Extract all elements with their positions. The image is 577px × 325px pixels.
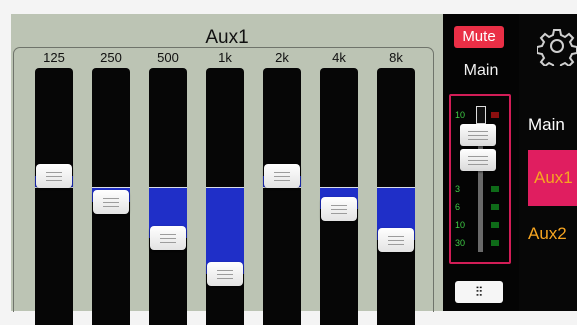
bus-item-aux2[interactable]: Aux2 xyxy=(528,223,577,245)
eq-zero-line xyxy=(92,187,130,188)
eq-band-knob[interactable] xyxy=(207,262,243,286)
sliders-icon[interactable]: ⫶⫶ xyxy=(455,281,503,303)
eq-band-label: 2k xyxy=(275,50,289,65)
fader-knob[interactable] xyxy=(460,149,496,171)
scale-label-10: 10 xyxy=(455,220,466,230)
eq-band-2k[interactable]: 2k xyxy=(263,50,301,325)
eq-band-track[interactable] xyxy=(263,68,301,325)
meter-led xyxy=(491,240,499,246)
eq-band-knob[interactable] xyxy=(264,164,300,188)
main-fader[interactable]: 10 3 6 10 30 xyxy=(449,94,511,264)
scale-label-30: 30 xyxy=(455,238,466,248)
mute-button[interactable]: Mute xyxy=(454,26,504,48)
eq-band-track[interactable] xyxy=(320,68,358,325)
eq-band-500[interactable]: 500 xyxy=(149,50,187,325)
eq-band-track[interactable] xyxy=(35,68,73,325)
meter-led xyxy=(491,186,499,192)
eq-band-125[interactable]: 125 xyxy=(35,50,73,325)
fader-rail-cap xyxy=(476,106,486,124)
eq-band-track[interactable] xyxy=(377,68,415,325)
eq-title: Aux1 xyxy=(205,27,249,48)
meter-led xyxy=(491,204,499,210)
scale-label-10-top: 10 xyxy=(455,110,466,120)
eq-band-250[interactable]: 250 xyxy=(92,50,130,325)
eq-band-fill xyxy=(206,187,244,274)
eq-band-label: 8k xyxy=(389,50,403,65)
eq-band-8k[interactable]: 8k xyxy=(377,50,415,325)
eq-band-label: 125 xyxy=(43,50,65,65)
eq-band-label: 4k xyxy=(332,50,346,65)
eq-band-track[interactable] xyxy=(149,68,187,325)
eq-band-label: 500 xyxy=(157,50,179,65)
eq-band-knob[interactable] xyxy=(378,228,414,252)
eq-band-knob[interactable] xyxy=(321,197,357,221)
eq-band-4k[interactable]: 4k xyxy=(320,50,358,325)
scale-label-3: 3 xyxy=(455,184,461,194)
eq-band-label: 1k xyxy=(218,50,232,65)
bus-item-main[interactable]: Main xyxy=(528,114,577,136)
eq-zero-line xyxy=(206,187,244,188)
bus-item-aux1[interactable]: Aux1 xyxy=(528,150,577,206)
strip-name: Main xyxy=(463,62,499,79)
eq-zero-line xyxy=(149,187,187,188)
eq-band-knob[interactable] xyxy=(150,226,186,250)
fader-knob[interactable] xyxy=(460,124,496,146)
gear-icon[interactable] xyxy=(537,26,577,66)
bus-panel: Main Aux1 Aux2 xyxy=(519,14,577,311)
eq-band-track[interactable] xyxy=(206,68,244,325)
eq-band-label: 250 xyxy=(100,50,122,65)
eq-zero-line xyxy=(377,187,415,188)
scale-label-6: 6 xyxy=(455,202,461,212)
meter-led-clip xyxy=(491,112,499,118)
eq-band-1k[interactable]: 1k xyxy=(206,50,244,325)
eq-zero-line xyxy=(320,187,358,188)
eq-band-knob[interactable] xyxy=(93,190,129,214)
eq-panel: Aux1 125 250 500 1k 2k 4k 8k xyxy=(11,14,443,325)
meter-led xyxy=(491,222,499,228)
eq-band-knob[interactable] xyxy=(36,164,72,188)
eq-band-track[interactable] xyxy=(92,68,130,325)
channel-strip: Mute Main 10 3 6 10 30 ⫶⫶ xyxy=(443,14,519,311)
